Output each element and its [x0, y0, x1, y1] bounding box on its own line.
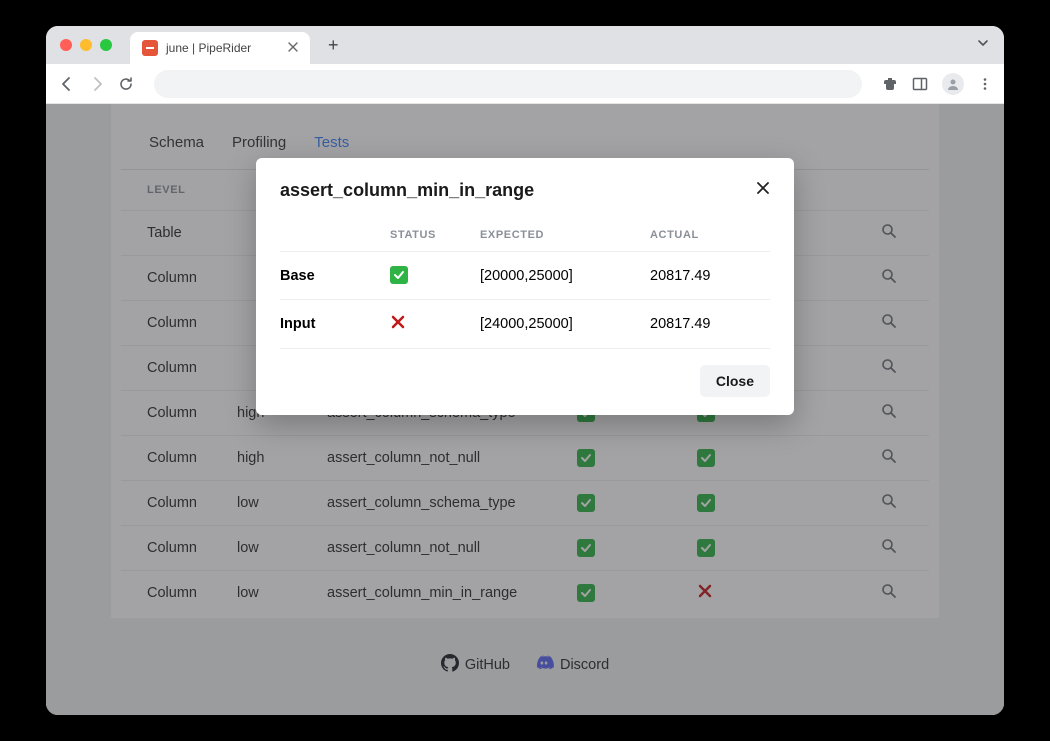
minimize-window-button[interactable] — [80, 39, 92, 51]
close-tab-button[interactable] — [288, 41, 298, 55]
tab-title: june | PipeRider — [166, 41, 251, 55]
row-expected: [20000,25000] — [480, 268, 650, 284]
new-tab-button[interactable]: + — [328, 35, 339, 56]
row-status — [390, 266, 480, 285]
row-actual: 20817.49 — [650, 268, 770, 284]
close-window-button[interactable] — [60, 39, 72, 51]
row-label: Input — [280, 316, 390, 332]
site-favicon — [142, 40, 158, 56]
modal-table-header: STATUS EXPECTED ACTUAL — [280, 219, 770, 252]
modal-row: Input [24000,25000]20817.49 — [280, 300, 770, 349]
row-status — [390, 314, 480, 334]
content-area: Schema Profiling Tests LEVEL TableColumn… — [46, 104, 1004, 715]
panel-icon[interactable] — [912, 76, 928, 92]
fail-icon — [390, 314, 406, 330]
profile-avatar[interactable] — [942, 73, 964, 95]
maximize-window-button[interactable] — [100, 39, 112, 51]
row-label: Base — [280, 268, 390, 284]
extensions-icon[interactable] — [882, 76, 898, 92]
menu-icon[interactable] — [978, 77, 992, 91]
row-actual: 20817.49 — [650, 316, 770, 332]
window-controls — [60, 39, 112, 51]
tab-overflow-button[interactable] — [976, 36, 990, 55]
pass-icon — [390, 266, 408, 284]
modal-row: Base [20000,25000]20817.49 — [280, 252, 770, 300]
header-actual: ACTUAL — [650, 229, 770, 241]
reload-button[interactable] — [118, 76, 134, 92]
forward-button — [88, 75, 106, 93]
back-button[interactable] — [58, 75, 76, 93]
modal-title: assert_column_min_in_range — [280, 180, 534, 201]
browser-tab[interactable]: june | PipeRider — [130, 32, 310, 64]
titlebar: june | PipeRider + — [46, 26, 1004, 64]
close-icon[interactable] — [756, 181, 770, 200]
header-expected: EXPECTED — [480, 229, 650, 241]
header-status: STATUS — [390, 229, 480, 241]
row-expected: [24000,25000] — [480, 316, 650, 332]
close-button[interactable]: Close — [700, 365, 770, 397]
modal-table: STATUS EXPECTED ACTUAL Base [20000,25000]… — [280, 219, 770, 349]
browser-toolbar — [46, 64, 1004, 104]
assertion-detail-modal: assert_column_min_in_range STATUS EXPECT… — [256, 158, 794, 415]
address-bar[interactable] — [154, 70, 862, 98]
browser-window: june | PipeRider + — [46, 26, 1004, 715]
